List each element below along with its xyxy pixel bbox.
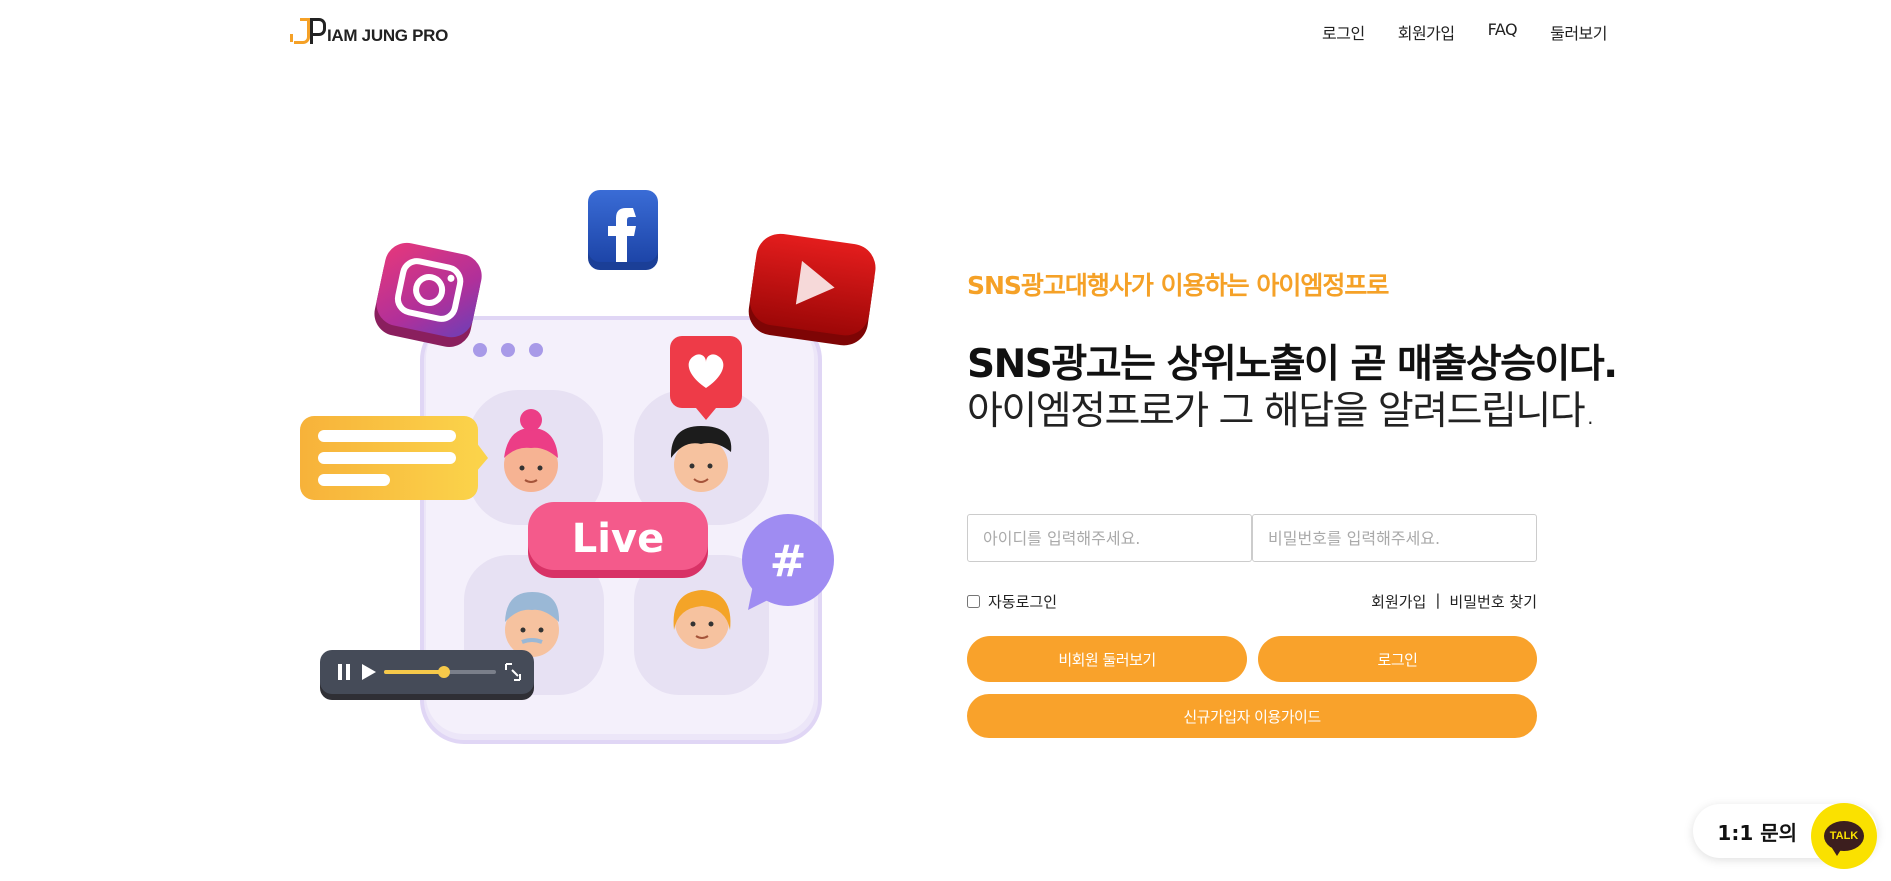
hero-illustration: Live # (300, 190, 876, 744)
logo-text: IAM JUNG PRO (327, 26, 449, 45)
kakao-talk-button[interactable]: TALK (1811, 803, 1877, 869)
facebook-icon (588, 190, 658, 270)
hero-headline-secondary: 아이엠정프로가 그 해답을 알려드립니다. (967, 389, 1597, 434)
nav-login-link[interactable]: 로그인 (1322, 20, 1365, 44)
guest-browse-button[interactable]: 비회원 둘러보기 (967, 636, 1247, 682)
login-button[interactable]: 로그인 (1258, 636, 1537, 682)
find-password-link[interactable]: 비밀번호 찾기 (1449, 591, 1537, 612)
hashtag-label: # (770, 536, 807, 587)
auto-login-label: 자동로그인 (988, 593, 1058, 611)
password-input[interactable] (1252, 514, 1537, 562)
video-player-icon (320, 650, 534, 700)
live-label: Live (572, 516, 664, 562)
live-badge: Live (528, 502, 708, 578)
link-separator: | (1435, 591, 1441, 609)
account-links: 회원가입 | 비밀번호 찾기 (1371, 591, 1537, 612)
new-user-guide-button[interactable]: 신규가입자 이용가이드 (967, 694, 1537, 738)
kakao-chat-widget[interactable]: 1:1 문의 TALK (1693, 803, 1877, 869)
nav-browse-link[interactable]: 둘러보기 (1550, 20, 1607, 44)
avatar-woman-blonde-icon (673, 590, 731, 649)
nav-faq-link[interactable]: FAQ (1488, 20, 1518, 44)
instagram-icon (374, 242, 482, 347)
avatar-old-man-icon (505, 592, 560, 657)
auto-login[interactable]: 자동로그인 (967, 591, 1057, 612)
heart-icon (670, 336, 742, 420)
chat-bubble-icon (300, 416, 488, 500)
nav-signup-link[interactable]: 회원가입 (1398, 20, 1455, 44)
kakao-talk-icon: TALK (1824, 821, 1864, 856)
auto-login-checkbox[interactable] (967, 595, 980, 608)
talk-text: TALK (1829, 830, 1859, 842)
id-input[interactable] (967, 514, 1252, 562)
hero-subtitle: SNS광고대행사가 이용하는 아이엠정프로 (967, 271, 1389, 300)
logo-mark-icon (290, 18, 328, 46)
logo[interactable]: IAM JUNG PRO (290, 16, 449, 46)
top-nav: 로그인 회원가입 FAQ 둘러보기 (1322, 20, 1607, 44)
signup-link[interactable]: 회원가입 (1371, 591, 1426, 612)
youtube-icon (748, 233, 876, 346)
